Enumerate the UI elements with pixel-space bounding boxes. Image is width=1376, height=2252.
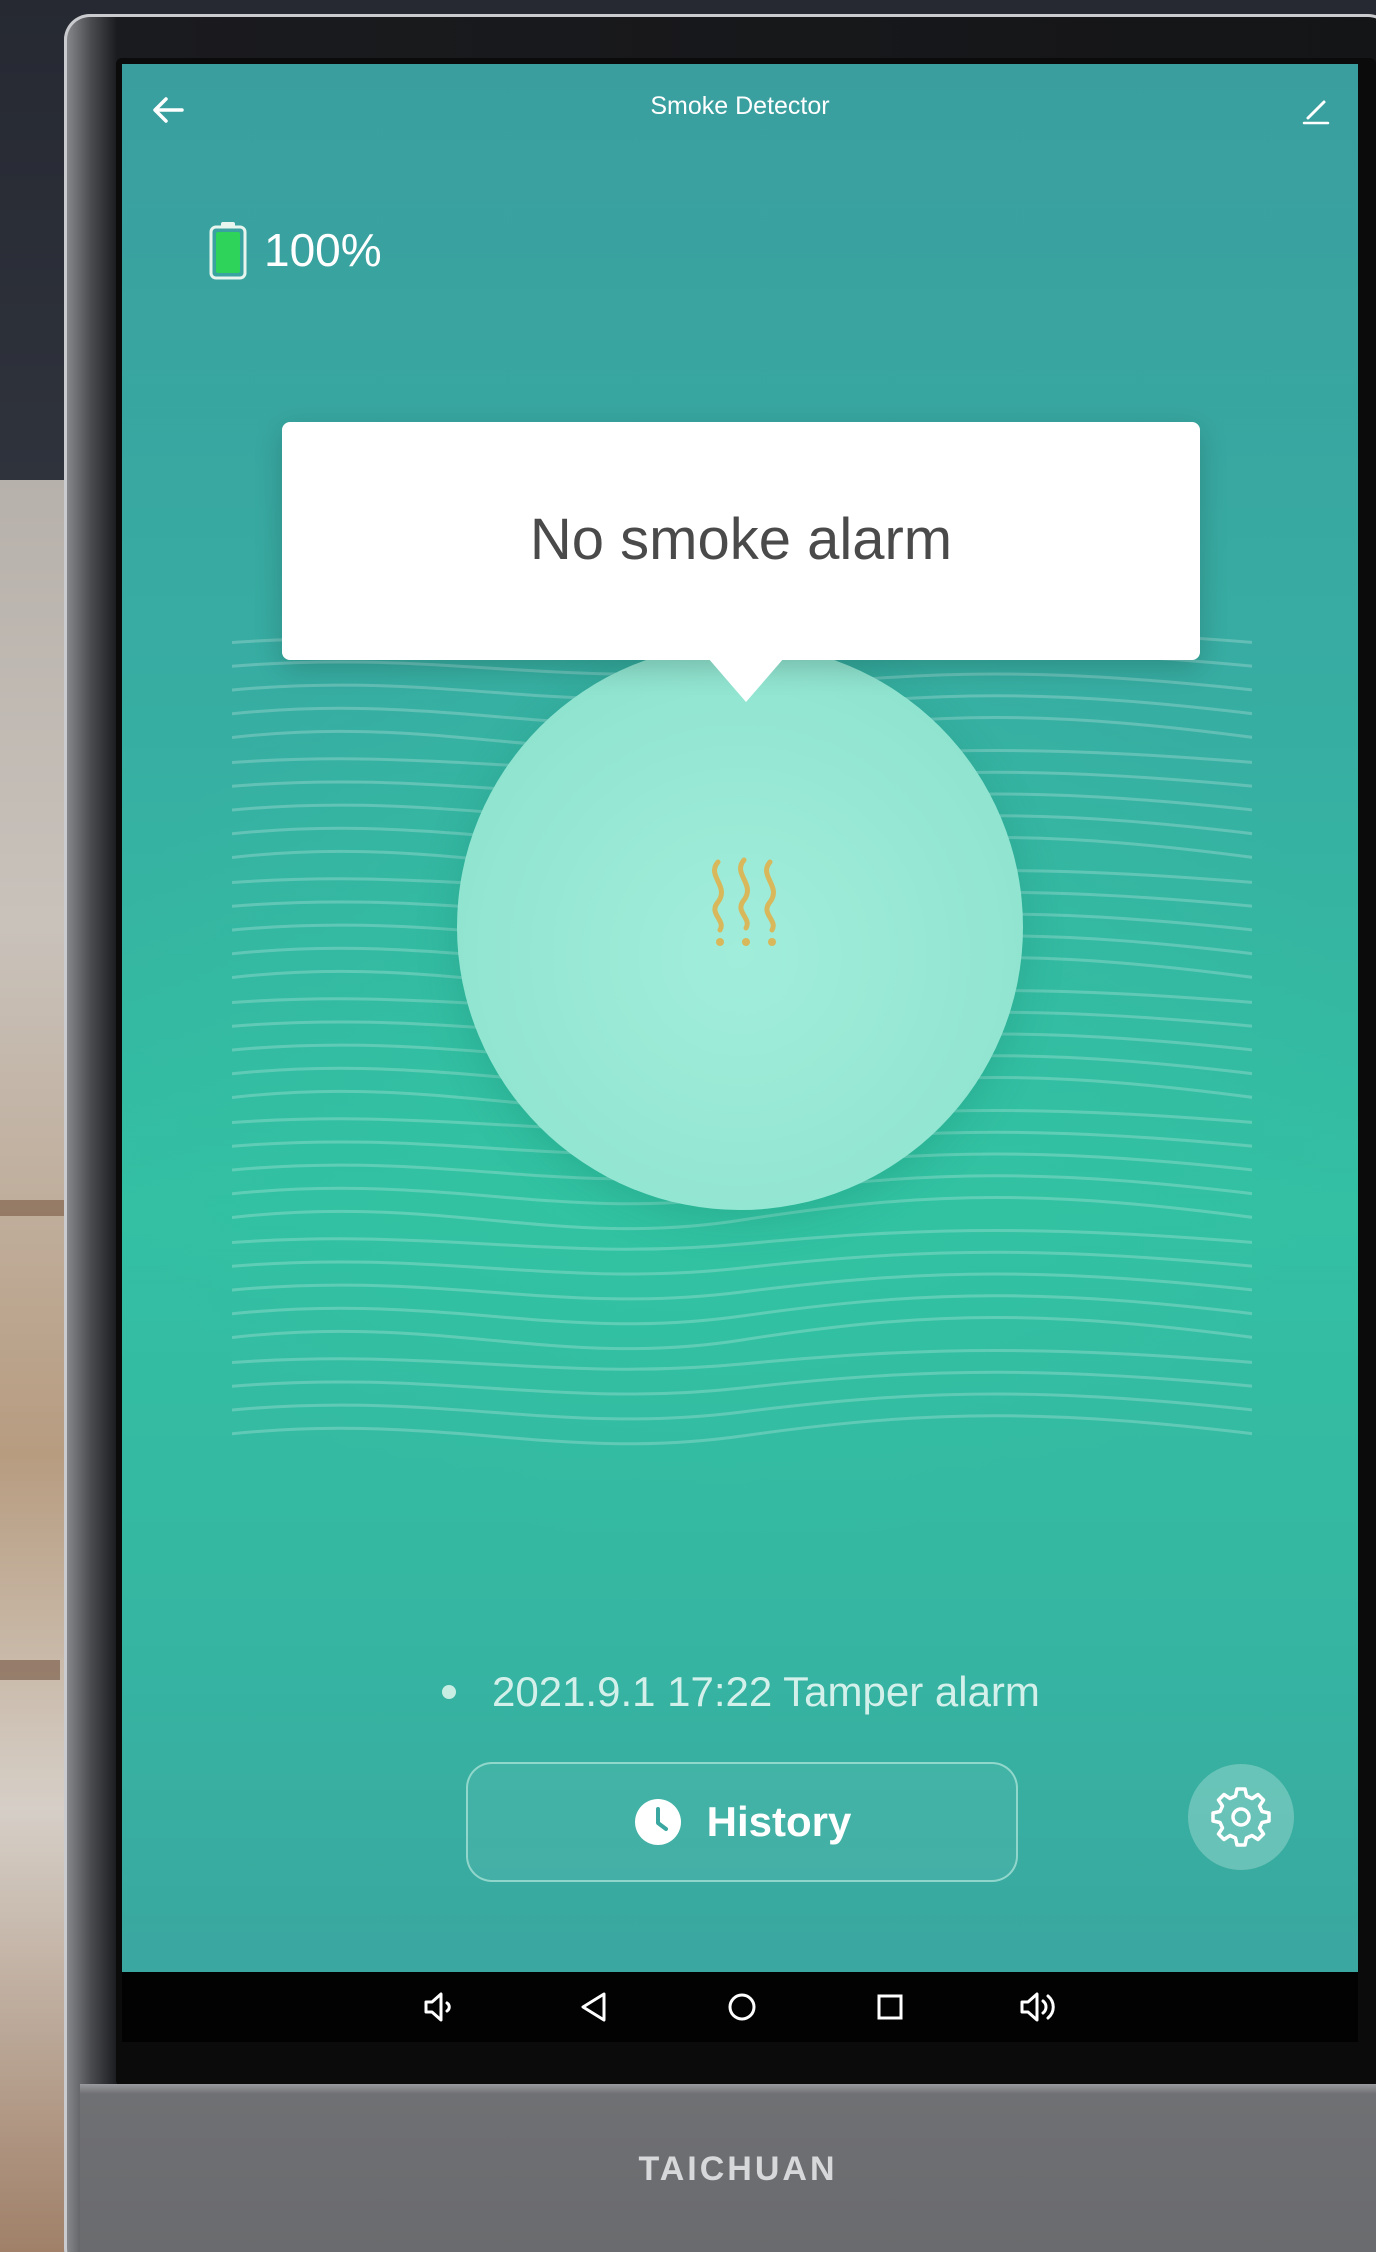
event-text: 2021.9.1 17:22 Tamper alarm [492,1668,1040,1715]
clock-icon [633,1797,683,1847]
edit-icon[interactable] [1300,94,1332,126]
page-title: Smoke Detector [650,92,830,120]
battery-status: 100% [208,220,382,280]
smoke-icon [702,854,786,950]
battery-level: 100% [264,224,382,276]
home-circle-icon[interactable] [722,1987,762,2027]
system-navigation-bar [122,1972,1358,2042]
history-label: History [706,1798,852,1845]
gear-icon [1210,1786,1272,1848]
back-triangle-icon[interactable] [574,1987,614,2027]
battery-icon [208,220,248,280]
recents-square-icon[interactable] [870,1987,910,2027]
latest-event: 2021.9.1 17:22 Tamper alarm [442,1662,1040,1722]
event-bullet [442,1685,456,1699]
volume-down-icon[interactable] [420,1987,460,2027]
app-screen: Smoke Detector 100% No smoke alarm 2021.… [122,64,1358,1972]
alarm-status-text: No smoke alarm [529,507,953,572]
alarm-status-bubble: No smoke alarm [282,422,1200,702]
settings-button[interactable] [1188,1764,1294,1870]
top-bar: Smoke Detector [122,64,1358,154]
volume-up-icon[interactable] [1018,1987,1058,2027]
device-brand: TAICHUAN [638,2150,838,2188]
history-button[interactable]: History [466,1762,1018,1882]
